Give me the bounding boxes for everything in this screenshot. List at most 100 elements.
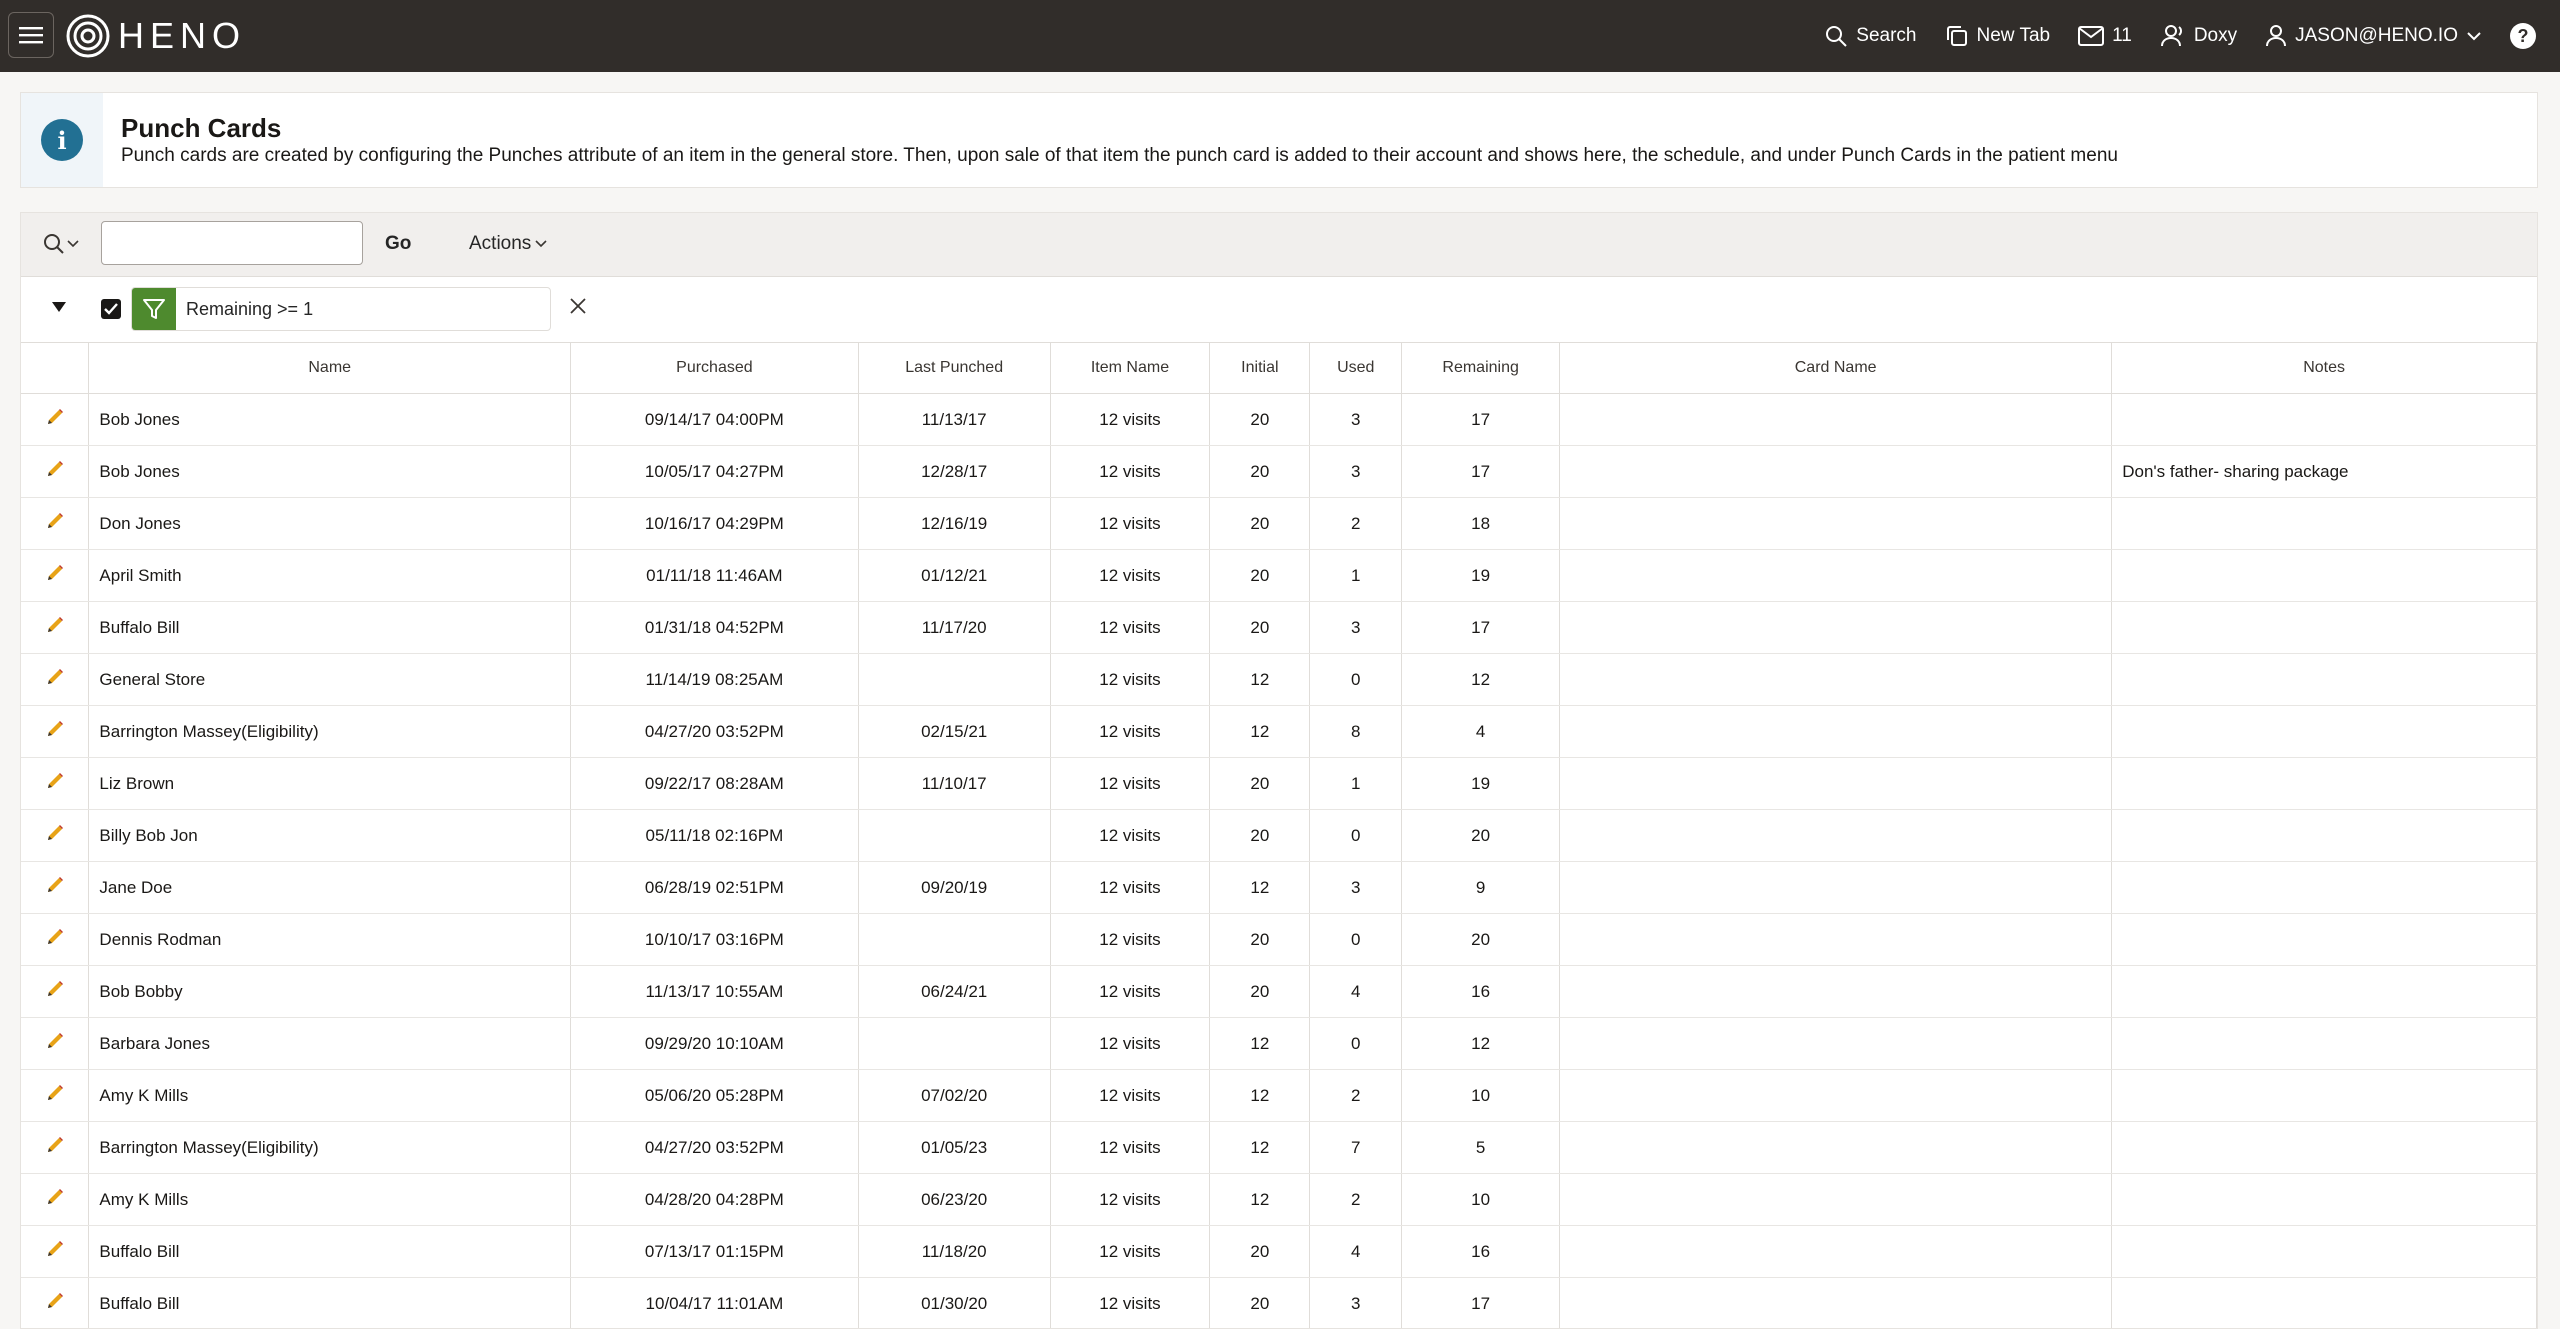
search-column-selector[interactable]: [43, 233, 79, 255]
cell-used: 3: [1309, 393, 1403, 446]
column-header-purchased[interactable]: Purchased: [570, 343, 859, 394]
edit-cell[interactable]: [21, 1277, 90, 1328]
close-icon[interactable]: [569, 297, 587, 315]
column-header-used[interactable]: Used: [1309, 343, 1403, 394]
cell-remaining: 20: [1401, 913, 1561, 966]
cell-name[interactable]: Amy K Mills: [88, 1069, 572, 1122]
cell-name[interactable]: Barrington Massey(Eligibility): [88, 1121, 572, 1174]
cell-name[interactable]: Buffalo Bill: [88, 1277, 572, 1328]
messages-link[interactable]: 11: [2078, 25, 2132, 47]
edit-pencil-icon[interactable]: [45, 667, 65, 687]
edit-pencil-icon[interactable]: [45, 979, 65, 999]
cell-name[interactable]: General Store: [88, 653, 572, 706]
edit-cell[interactable]: [21, 1173, 90, 1226]
column-header-last-punched[interactable]: Last Punched: [858, 343, 1051, 394]
edit-pencil-icon[interactable]: [45, 875, 65, 895]
cell-remaining: 17: [1401, 445, 1561, 498]
filter-chip[interactable]: Remaining >= 1: [131, 287, 551, 331]
edit-pencil-icon[interactable]: [45, 1031, 65, 1051]
cell-name[interactable]: April Smith: [88, 549, 572, 602]
edit-cell[interactable]: [21, 965, 90, 1018]
user-menu[interactable]: JASON@HENO.IO: [2265, 24, 2482, 48]
edit-cell[interactable]: [21, 445, 90, 498]
column-header-remaining[interactable]: Remaining: [1401, 343, 1561, 394]
edit-pencil-icon[interactable]: [45, 823, 65, 843]
edit-cell[interactable]: [21, 653, 90, 706]
menu-icon[interactable]: [8, 12, 54, 58]
cell-name[interactable]: Bob Bobby: [88, 965, 572, 1018]
cell-name[interactable]: Dennis Rodman: [88, 913, 572, 966]
cell-purchased: 11/14/19 08:25AM: [570, 653, 859, 706]
cell-initial: 20: [1209, 601, 1311, 654]
edit-pencil-icon[interactable]: [45, 563, 65, 583]
help-button[interactable]: ?: [2510, 23, 2536, 49]
edit-pencil-icon[interactable]: [45, 511, 65, 531]
edit-cell[interactable]: [21, 1225, 90, 1278]
cell-initial: 12: [1209, 1069, 1311, 1122]
cell-last-punched: 06/23/20: [858, 1173, 1051, 1226]
edit-cell[interactable]: [21, 497, 90, 550]
cell-name[interactable]: Bob Jones: [88, 445, 572, 498]
edit-cell[interactable]: [21, 1121, 90, 1174]
cell-purchased: 11/13/17 10:55AM: [570, 965, 859, 1018]
column-header-item-name[interactable]: Item Name: [1050, 343, 1211, 394]
edit-cell[interactable]: [21, 393, 90, 446]
cell-notes: [2111, 601, 2537, 654]
punch-cards-report: Go Actions Remaining >= 1 Name Purchased…: [20, 212, 2538, 1329]
search-link[interactable]: Search: [1824, 24, 1917, 48]
cell-initial: 12: [1209, 1173, 1311, 1226]
cell-name[interactable]: Jane Doe: [88, 861, 572, 914]
cell-name[interactable]: Bob Jones: [88, 393, 572, 446]
column-header-notes[interactable]: Notes: [2111, 343, 2537, 394]
edit-cell[interactable]: [21, 1017, 90, 1070]
column-header-initial[interactable]: Initial: [1209, 343, 1311, 394]
go-button[interactable]: Go: [385, 233, 411, 255]
cell-name[interactable]: Buffalo Bill: [88, 1225, 572, 1278]
edit-pencil-icon[interactable]: [45, 1135, 65, 1155]
app-logo[interactable]: HENO: [66, 14, 246, 58]
edit-cell[interactable]: [21, 861, 90, 914]
edit-cell[interactable]: [21, 1069, 90, 1122]
edit-cell[interactable]: [21, 757, 90, 810]
filter-enable-checkbox[interactable]: [101, 299, 121, 319]
cell-item-name: 12 visits: [1050, 601, 1211, 654]
cell-notes: [2111, 393, 2537, 446]
column-header-card-name[interactable]: Card Name: [1559, 343, 2113, 394]
cell-card-name: [1559, 809, 2113, 862]
filter-text: Remaining >= 1: [186, 299, 314, 319]
cell-name[interactable]: Barrington Massey(Eligibility): [88, 705, 572, 758]
edit-cell[interactable]: [21, 705, 90, 758]
cell-initial: 12: [1209, 705, 1311, 758]
edit-pencil-icon[interactable]: [45, 1083, 65, 1103]
edit-pencil-icon[interactable]: [45, 407, 65, 427]
edit-cell[interactable]: [21, 913, 90, 966]
edit-pencil-icon[interactable]: [45, 719, 65, 739]
cell-name[interactable]: Amy K Mills: [88, 1173, 572, 1226]
new-tab-link[interactable]: New Tab: [1945, 24, 2050, 48]
cell-name[interactable]: Barbara Jones: [88, 1017, 572, 1070]
edit-pencil-icon[interactable]: [45, 1239, 65, 1259]
edit-cell[interactable]: [21, 601, 90, 654]
edit-pencil-icon[interactable]: [45, 459, 65, 479]
cell-card-name: [1559, 1069, 2113, 1122]
edit-pencil-icon[interactable]: [45, 615, 65, 635]
search-input[interactable]: [101, 221, 363, 265]
cell-purchased: 10/04/17 11:01AM: [570, 1277, 859, 1328]
collapse-triangle-icon[interactable]: [51, 301, 67, 313]
cell-last-punched: [858, 913, 1051, 966]
actions-menu-button[interactable]: Actions: [469, 233, 547, 255]
doxy-link[interactable]: Doxy: [2160, 24, 2237, 48]
edit-cell[interactable]: [21, 809, 90, 862]
column-header-name[interactable]: Name: [88, 343, 572, 394]
cell-name[interactable]: Buffalo Bill: [88, 601, 572, 654]
edit-pencil-icon[interactable]: [45, 927, 65, 947]
cell-name[interactable]: Billy Bob Jon: [88, 809, 572, 862]
edit-cell[interactable]: [21, 549, 90, 602]
cell-name[interactable]: Don Jones: [88, 497, 572, 550]
cell-remaining: 17: [1401, 1277, 1561, 1328]
edit-pencil-icon[interactable]: [45, 771, 65, 791]
edit-pencil-icon[interactable]: [45, 1291, 65, 1311]
table-row: Buffalo Bill 01/31/18 04:52PM 11/17/20 12 v…: [21, 601, 2537, 654]
cell-name[interactable]: Liz Brown: [88, 757, 572, 810]
edit-pencil-icon[interactable]: [45, 1187, 65, 1207]
